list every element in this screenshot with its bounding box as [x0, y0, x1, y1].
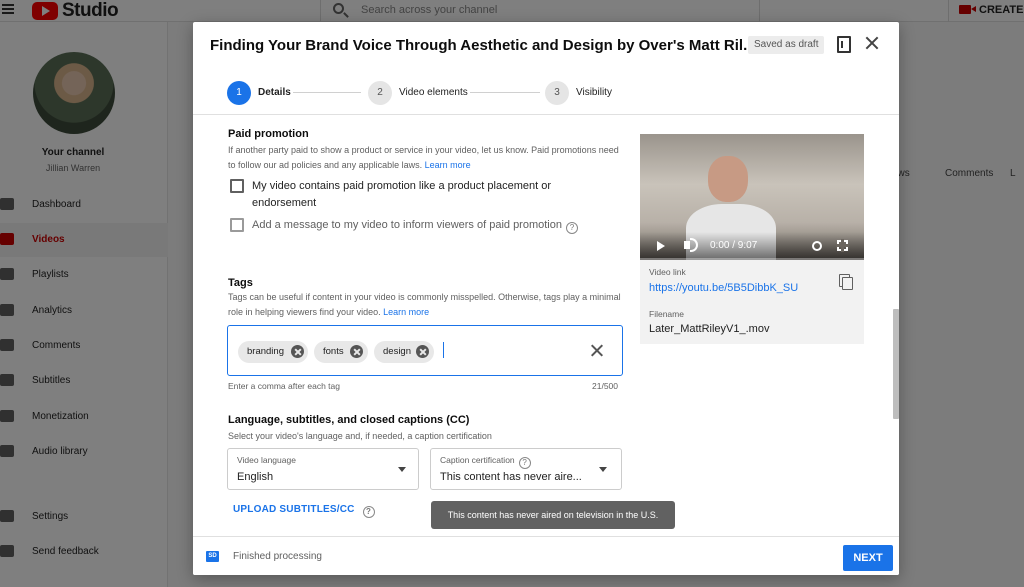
video-link[interactable]: https://youtu.be/5B5DibbK_SU	[649, 282, 798, 294]
report-issue-icon[interactable]	[834, 36, 851, 54]
step-connector	[293, 92, 361, 93]
remove-tag-icon[interactable]	[350, 345, 363, 358]
tags-learn-more-link[interactable]: Learn more	[383, 307, 429, 317]
tag-chip-label: branding	[247, 346, 284, 357]
tag-chip[interactable]: branding	[238, 341, 308, 363]
upload-subtitles-button[interactable]: UPLOAD SUBTITLES/CC?	[233, 504, 375, 518]
paid-promotion-help: If another party paid to show a product …	[228, 143, 623, 173]
video-language-select[interactable]: Video language English	[227, 448, 419, 490]
paid-promotion-help-text: If another party paid to show a product …	[228, 145, 619, 170]
fullscreen-icon[interactable]	[836, 239, 849, 252]
video-language-value: English	[237, 471, 274, 483]
dialog-scrollbar[interactable]	[893, 309, 899, 419]
video-progress-bar[interactable]	[640, 258, 864, 260]
promotion-message-text: Add a message to my video to inform view…	[252, 219, 562, 231]
video-link-label: Video link	[649, 267, 686, 277]
tags-title: Tags	[228, 277, 253, 289]
step-video-elements-label[interactable]: Video elements	[399, 87, 468, 98]
step-3-number[interactable]: 3	[545, 81, 569, 105]
next-button[interactable]: NEXT	[843, 545, 893, 571]
tag-chip[interactable]: design	[374, 341, 434, 363]
tags-hint: Enter a comma after each tag	[228, 381, 340, 391]
dropdown-arrow-icon	[599, 467, 607, 472]
filename-label: Filename	[649, 309, 684, 319]
remove-tag-icon[interactable]	[416, 345, 429, 358]
caption-certification-label-text: Caption certification	[440, 455, 515, 465]
dialog-body[interactable]: Paid promotion If another party paid to …	[193, 115, 899, 536]
tag-chip[interactable]: fonts	[314, 341, 368, 363]
dropdown-arrow-icon	[398, 467, 406, 472]
tag-chip-label: design	[383, 346, 411, 357]
promotion-message-checkbox[interactable]	[230, 218, 244, 232]
step-visibility-label[interactable]: Visibility	[576, 87, 612, 98]
tags-character-count: 21/500	[592, 381, 618, 391]
upload-stepper: 1 Details 2 Video elements 3 Visibility	[193, 70, 899, 115]
tags-input[interactable]: branding fonts design	[227, 325, 623, 376]
step-1-number[interactable]: 1	[227, 81, 251, 105]
caption-certification-value: This content has never aire...	[440, 471, 582, 483]
gear-icon[interactable]	[812, 241, 822, 251]
filename-value: Later_MattRileyV1_.mov	[649, 323, 770, 335]
processing-status: Finished processing	[233, 551, 322, 562]
caption-certification-tooltip: This content has never aired on televisi…	[431, 501, 675, 529]
saved-as-draft-badge: Saved as draft	[748, 36, 825, 54]
close-icon[interactable]	[865, 36, 879, 50]
video-details-dialog: Finding Your Brand Voice Through Aesthet…	[193, 22, 899, 575]
video-player[interactable]: 0:00 / 9:07	[640, 134, 864, 260]
video-preview-card: 0:00 / 9:07 Video link https://youtu.be/…	[640, 134, 864, 344]
processing-quality-icon: SD	[206, 551, 219, 562]
player-controls: 0:00 / 9:07	[640, 232, 864, 260]
volume-icon[interactable]	[684, 238, 698, 252]
help-icon[interactable]: ?	[362, 506, 375, 518]
remove-tag-icon[interactable]	[291, 345, 304, 358]
help-icon[interactable]: ?	[565, 222, 578, 234]
copy-icon[interactable]	[839, 274, 853, 290]
video-time: 0:00 / 9:07	[710, 240, 758, 251]
upload-subtitles-label: UPLOAD SUBTITLES/CC	[233, 504, 355, 515]
language-help: Select your video's language and, if nee…	[228, 431, 492, 441]
paid-promotion-checkbox[interactable]	[230, 179, 244, 193]
play-icon[interactable]	[657, 241, 665, 251]
caption-certification-select[interactable]: Caption certification? This content has …	[430, 448, 622, 490]
paid-promotion-learn-more-link[interactable]: Learn more	[425, 160, 471, 170]
step-2-number[interactable]: 2	[368, 81, 392, 105]
step-connector	[470, 92, 540, 93]
tags-help: Tags can be useful if content in your vi…	[228, 290, 623, 320]
step-details-label[interactable]: Details	[258, 87, 291, 98]
help-icon[interactable]: ?	[518, 457, 531, 469]
promotion-message-checkbox-label[interactable]: Add a message to my video to inform view…	[252, 217, 592, 234]
dialog-title: Finding Your Brand Voice Through Aesthet…	[210, 37, 756, 54]
paid-promotion-title: Paid promotion	[228, 128, 309, 140]
clear-tags-icon[interactable]	[591, 344, 604, 357]
dialog-header: Finding Your Brand Voice Through Aesthet…	[193, 22, 899, 70]
paid-promotion-checkbox-label[interactable]: My video contains paid promotion like a …	[252, 178, 592, 212]
caption-certification-label: Caption certification?	[440, 455, 531, 469]
video-language-label: Video language	[237, 455, 296, 465]
tag-chip-label: fonts	[323, 346, 344, 357]
dialog-footer: SD Finished processing NEXT	[193, 536, 899, 575]
text-caret	[443, 342, 444, 358]
language-title: Language, subtitles, and closed captions…	[228, 414, 470, 426]
